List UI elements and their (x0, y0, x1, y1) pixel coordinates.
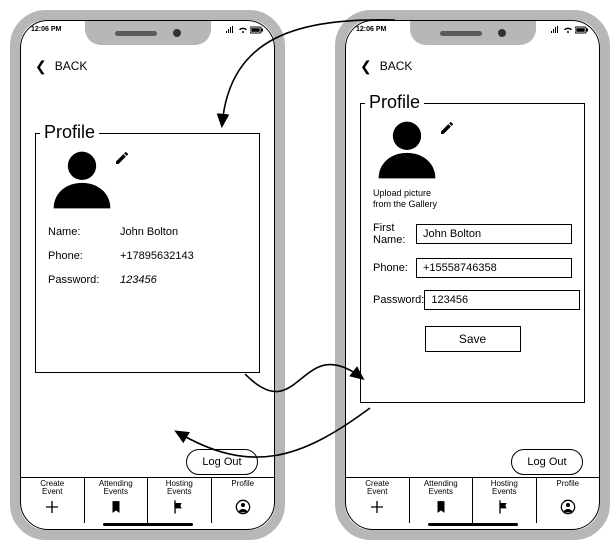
name-row: Name: John Bolton (48, 226, 247, 238)
profile-icon (560, 499, 576, 515)
signal-icon (226, 26, 236, 34)
plus-icon (44, 499, 60, 515)
bottom-nav: Create Event Attending Events Hosting Ev… (346, 477, 599, 523)
home-indicator (103, 523, 193, 526)
edit-icon[interactable] (439, 120, 455, 136)
password-row: Password: 123456 (48, 274, 247, 286)
phone-label: Phone: (48, 250, 120, 262)
phone-row: Phone: (373, 258, 572, 278)
wifi-icon (563, 26, 573, 34)
profile-edit-card: Profile Upload picturefrom the Gallery F… (360, 103, 585, 403)
phone-input[interactable] (416, 258, 572, 278)
first-name-input[interactable] (416, 224, 572, 244)
status-time: 12:06 PM (31, 26, 61, 33)
phone-edit-profile: 12:06 PM ❮ BACK Profile (335, 10, 610, 540)
flag-icon (171, 499, 187, 515)
first-name-row: First Name: (373, 222, 572, 246)
first-name-label: First Name: (373, 222, 416, 246)
phone-view-profile: 12:06 PM ❮ BACK Profile (10, 10, 285, 540)
status-bar: 12:06 PM (21, 26, 274, 40)
logout-button[interactable]: Log Out (186, 449, 258, 475)
password-row: Password: (373, 290, 572, 310)
name-label: Name: (48, 226, 120, 238)
battery-icon (575, 26, 589, 34)
back-button[interactable]: ❮ BACK (360, 59, 585, 73)
phone-row: Phone: +17895632143 (48, 250, 247, 262)
upload-note: Upload picturefrom the Gallery (373, 188, 572, 210)
nav-create-event[interactable]: Create Event (346, 478, 410, 523)
back-label: BACK (380, 59, 413, 73)
avatar[interactable] (373, 116, 453, 184)
chevron-left-icon: ❮ (35, 59, 47, 73)
logout-button[interactable]: Log Out (511, 449, 583, 475)
status-bar: 12:06 PM (346, 26, 599, 40)
name-value: John Bolton (120, 226, 178, 238)
wifi-icon (238, 26, 248, 34)
save-button[interactable]: Save (425, 326, 521, 352)
nav-profile[interactable]: Profile (537, 478, 600, 523)
signal-icon (551, 26, 561, 34)
nav-hosting-events[interactable]: Hosting Events (148, 478, 212, 523)
profile-title: Profile (365, 92, 424, 113)
chevron-left-icon: ❮ (360, 59, 372, 73)
phone-label: Phone: (373, 262, 416, 274)
status-time: 12:06 PM (356, 26, 386, 33)
home-indicator (428, 523, 518, 526)
bookmark-icon (434, 499, 448, 515)
bookmark-icon (109, 499, 123, 515)
battery-icon (250, 26, 264, 34)
nav-attending-events[interactable]: Attending Events (410, 478, 474, 523)
nav-hosting-events[interactable]: Hosting Events (473, 478, 537, 523)
nav-attending-events[interactable]: Attending Events (85, 478, 149, 523)
back-button[interactable]: ❮ BACK (35, 59, 260, 73)
nav-create-event[interactable]: Create Event (21, 478, 85, 523)
edit-icon[interactable] (114, 150, 130, 166)
plus-icon (369, 499, 385, 515)
back-label: BACK (55, 59, 88, 73)
avatar[interactable] (48, 146, 128, 214)
profile-title: Profile (40, 122, 99, 143)
profile-card: Profile Name: John Bolton Phone: (35, 133, 260, 373)
nav-profile[interactable]: Profile (212, 478, 275, 523)
person-icon (373, 116, 441, 184)
flag-icon (496, 499, 512, 515)
bottom-nav: Create Event Attending Events Hosting Ev… (21, 477, 274, 523)
password-value: 123456 (120, 274, 157, 286)
phone-value: +17895632143 (120, 250, 194, 262)
password-input[interactable] (424, 290, 580, 310)
profile-icon (235, 499, 251, 515)
password-label: Password: (373, 294, 424, 306)
password-label: Password: (48, 274, 120, 286)
person-icon (48, 146, 116, 214)
